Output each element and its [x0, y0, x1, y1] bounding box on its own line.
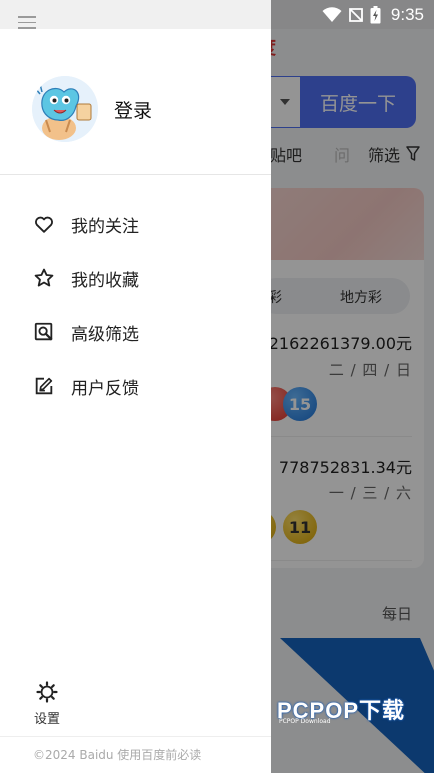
menu-item-label: 高级筛选	[71, 324, 139, 345]
menu-item-label: 用户反馈	[71, 378, 139, 399]
battery-charging-icon	[370, 5, 381, 23]
menu-item-advanced-filter[interactable]: 高级筛选	[0, 305, 271, 359]
status-time: 9:35	[390, 4, 424, 24]
status-bar: 9:35	[271, 0, 434, 29]
menu-item-user-feedback[interactable]: 用户反馈	[0, 359, 271, 413]
no-sim-icon	[349, 7, 363, 22]
footer-divider	[0, 736, 271, 737]
wifi-icon	[322, 6, 342, 22]
hamburger-menu-icon[interactable]	[18, 16, 36, 30]
footer-copyright[interactable]: ©2024 Baidu 使用百度前必读	[33, 746, 201, 763]
settings-button[interactable]: 设置	[30, 680, 64, 727]
menu-item-label: 我的收藏	[71, 270, 139, 291]
menu-item-my-follows[interactable]: 我的关注	[0, 197, 271, 251]
watermark-sub: PCPOP Download	[279, 718, 331, 725]
drawer-menu: 我的关注 我的收藏 高级筛选 用户反馈	[0, 197, 271, 413]
menu-item-my-favorites[interactable]: 我的收藏	[0, 251, 271, 305]
heart-icon	[35, 216, 53, 233]
gear-icon	[36, 681, 58, 703]
navigation-drawer: 登录 我的关注 我的收藏 高级筛选 用户反馈 设置 ©2024 Baidu 使用…	[0, 0, 271, 773]
login-profile[interactable]: 登录	[32, 75, 152, 143]
search-filter-icon	[34, 322, 53, 341]
profile-divider	[0, 174, 271, 175]
settings-label: 设置	[33, 712, 60, 727]
feedback-edit-icon	[35, 377, 53, 395]
star-icon	[34, 268, 54, 287]
login-label[interactable]: 登录	[114, 96, 152, 123]
drawer-status-area	[0, 0, 271, 29]
avatar[interactable]	[32, 76, 98, 142]
menu-item-label: 我的关注	[71, 216, 139, 237]
